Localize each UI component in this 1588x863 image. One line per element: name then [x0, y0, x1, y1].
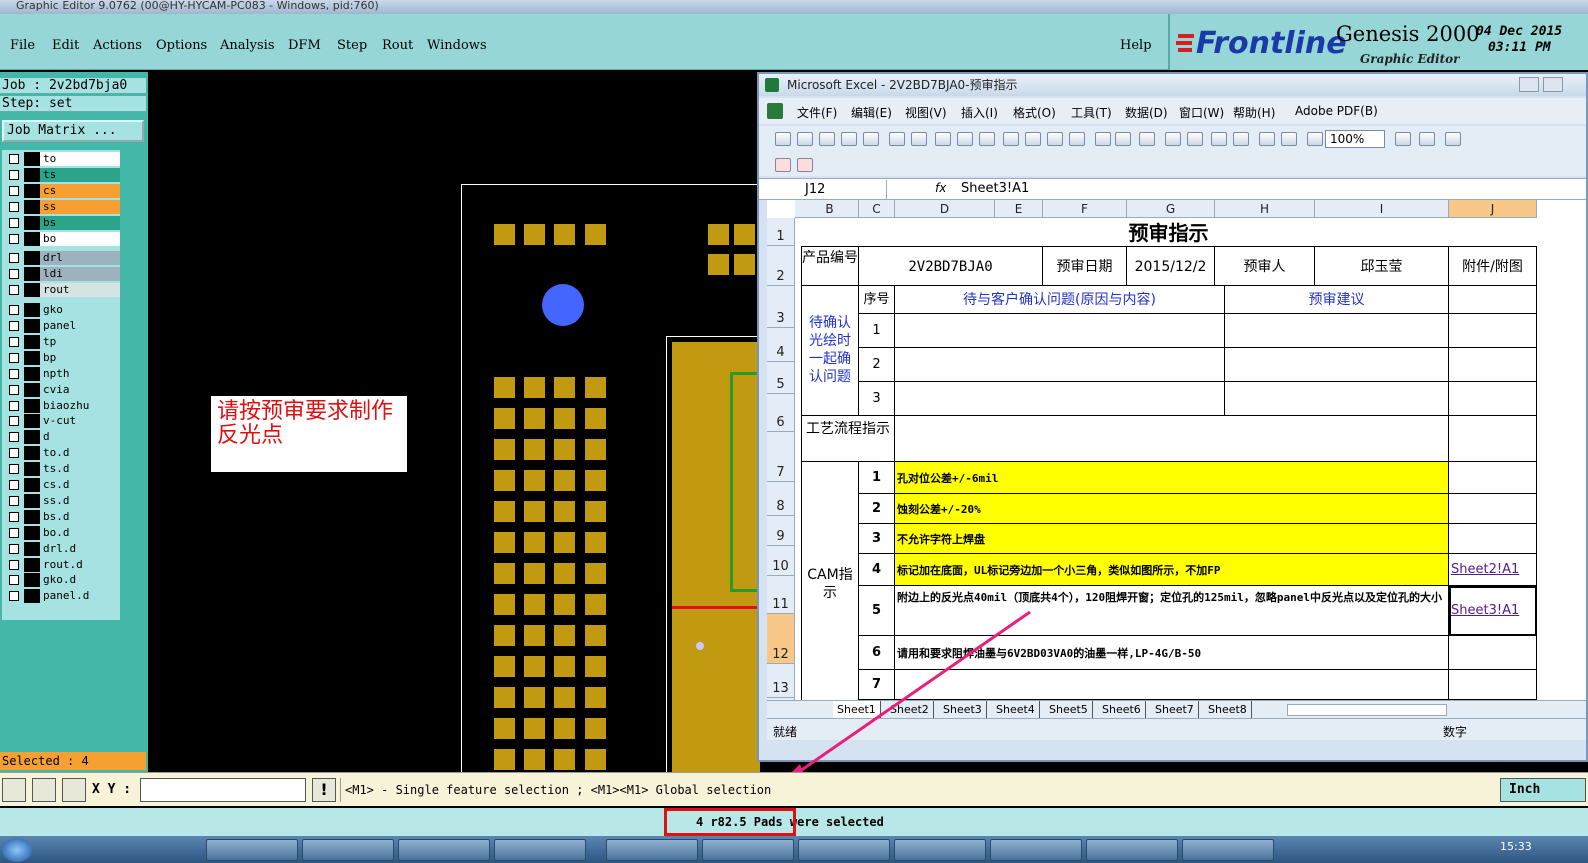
hint-text: <M1> - Single feature selection ; <M1><M…: [340, 778, 1500, 802]
taskbar-item[interactable]: [702, 839, 794, 861]
taskbar: 15:33: [0, 836, 1588, 863]
grid-tool-icon[interactable]: [62, 778, 86, 802]
alert-icon[interactable]: !: [312, 778, 336, 802]
taskbar-item[interactable]: [990, 839, 1082, 861]
start-button[interactable]: [2, 838, 32, 862]
taskbar-item[interactable]: [606, 839, 698, 861]
units-select[interactable]: Inch: [1500, 778, 1586, 802]
xy-label: X Y :: [92, 782, 132, 797]
zoom-tool-icon[interactable]: [2, 778, 26, 802]
taskbar-item[interactable]: [206, 839, 298, 861]
xy-input[interactable]: [140, 778, 306, 802]
taskbar-item[interactable]: [1086, 839, 1178, 861]
message-highlight-box: [664, 808, 796, 836]
taskbar-item[interactable]: [302, 839, 394, 861]
command-strip: X Y : ! <M1> - Single feature selection …: [0, 772, 1588, 806]
annotation-arrow: [780, 610, 1031, 784]
message-bar: 4 r82.5 Pads were selected: [0, 808, 1588, 836]
taskbar-item[interactable]: [398, 839, 490, 861]
taskbar-item[interactable]: [894, 839, 986, 861]
taskbar-item[interactable]: [798, 839, 890, 861]
taskbar-item[interactable]: [1182, 839, 1274, 861]
taskbar-item[interactable]: [494, 839, 586, 861]
measure-tool-icon[interactable]: [32, 778, 56, 802]
clock: 15:33: [1500, 840, 1532, 853]
